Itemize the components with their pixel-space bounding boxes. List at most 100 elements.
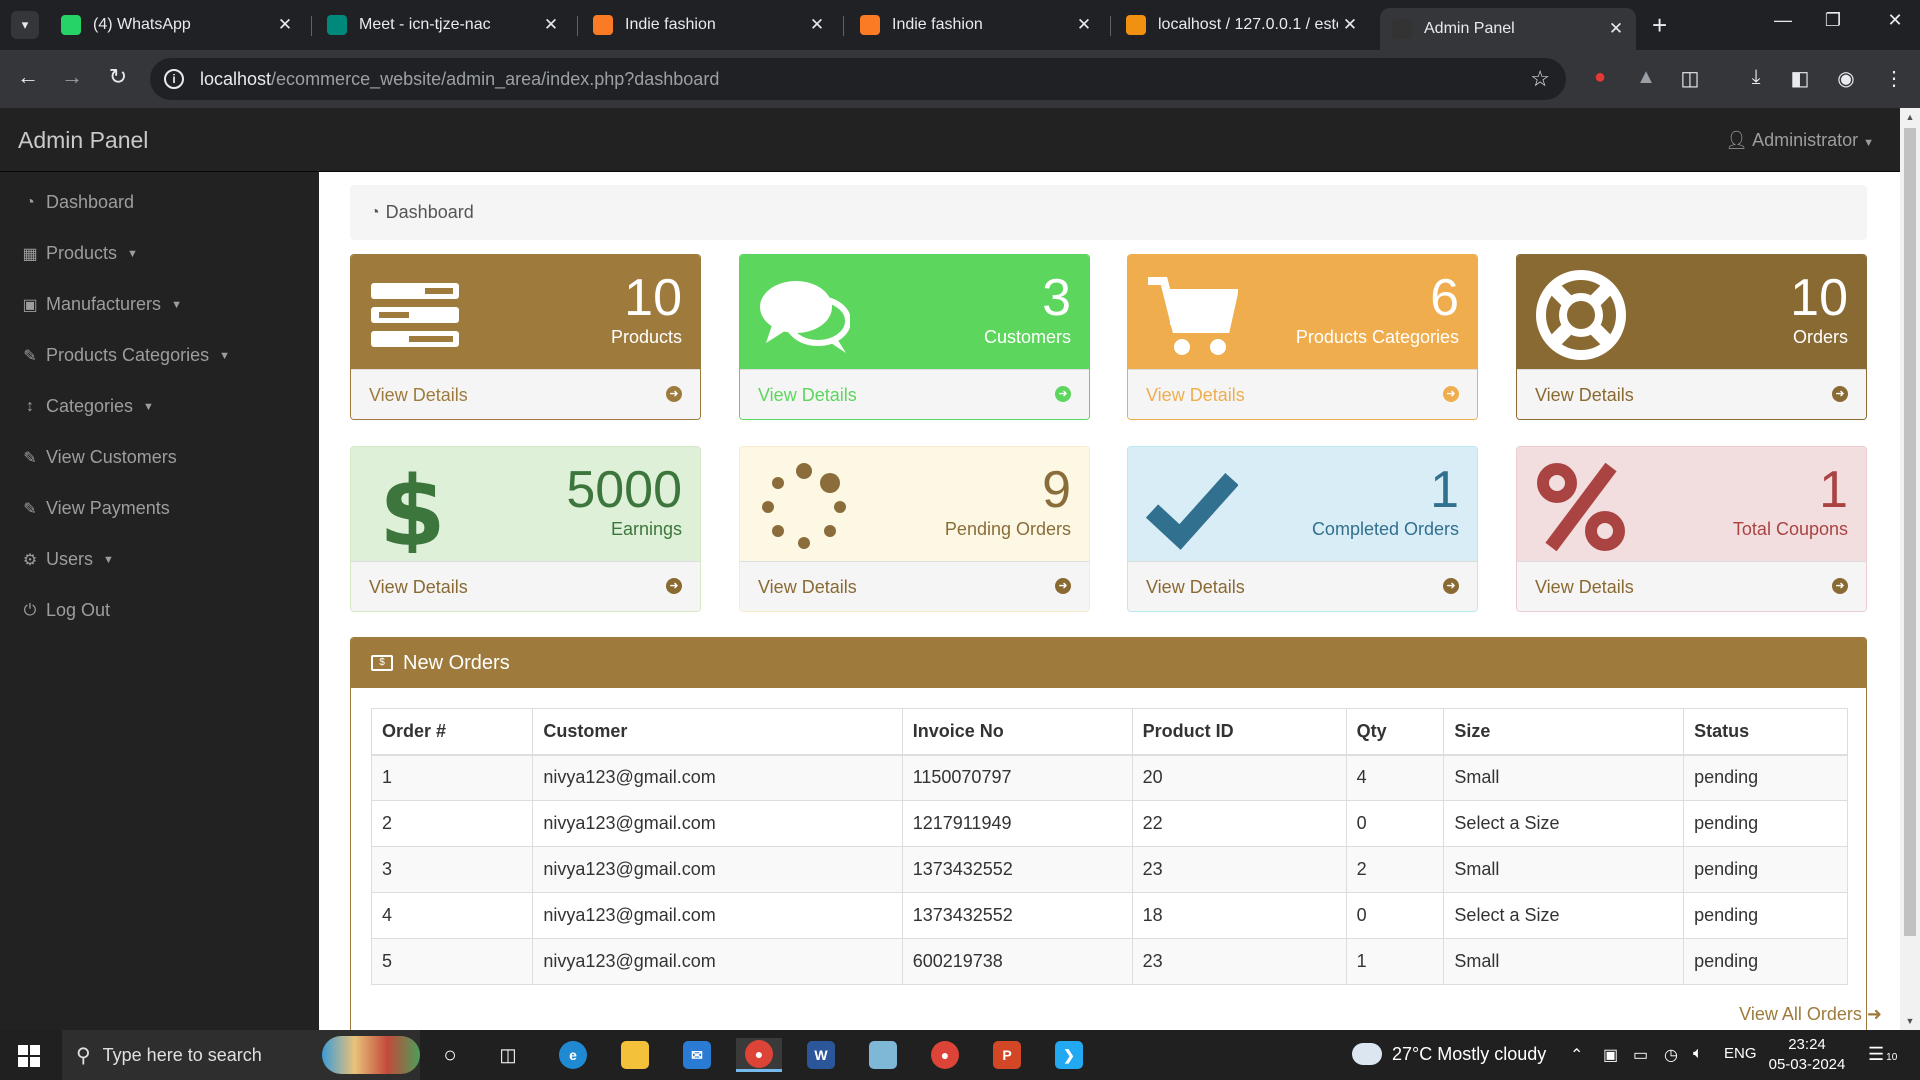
forward-button[interactable]: →	[57, 64, 87, 90]
view-details-link[interactable]: View Details ➜	[1128, 369, 1477, 419]
arrows-v-icon: ↕	[26, 397, 34, 415]
browser-tab[interactable]: (4) WhatsApp ✕	[49, 8, 305, 42]
browser-tab[interactable]: Admin Panel ✕	[1380, 8, 1636, 50]
sidebar-item-users[interactable]: ⚙ Users ▼	[21, 549, 114, 570]
sidebar-item-products[interactable]: ▦ Products ▼	[21, 243, 138, 264]
edge-icon[interactable]: e	[550, 1038, 596, 1072]
mail-icon[interactable]: ✉	[674, 1038, 720, 1072]
view-details-label: View Details	[369, 577, 468, 597]
sidebar-item-categories[interactable]: ↕ Categories ▼	[21, 396, 154, 417]
browser-tab[interactable]: Indie fashion ✕	[848, 8, 1104, 42]
file-explorer-icon[interactable]	[612, 1038, 658, 1072]
column-header: Size	[1443, 708, 1685, 756]
tab-title: Admin Panel	[1424, 20, 1515, 37]
user-dropdown[interactable]: 👤︎ Administrator ▼	[1725, 130, 1874, 151]
tab-title: (4) WhatsApp	[93, 16, 191, 33]
arrow-circle-right-icon: ➜	[1055, 386, 1071, 402]
tab-search-button[interactable]: ▾	[11, 11, 39, 39]
close-window-button[interactable]: ✕	[1875, 10, 1915, 31]
sidebar-item-view-payments[interactable]: ✎ View Payments	[21, 498, 169, 519]
notification-center-icon[interactable]: ☰ 10	[1868, 1044, 1897, 1065]
tab-close-icon[interactable]: ✕	[273, 15, 297, 35]
sidebar-item-dashboard[interactable]: ◔ Dashboard	[21, 192, 134, 213]
vscode-icon[interactable]: ❯	[1046, 1038, 1092, 1072]
tab-close-icon[interactable]: ✕	[1338, 15, 1362, 35]
task-view-icon[interactable]: ◫	[485, 1038, 531, 1072]
sidebar-item-view-customers[interactable]: ✎ View Customers	[21, 447, 176, 468]
tab-separator	[1110, 16, 1111, 36]
tab-close-icon[interactable]: ✕	[539, 15, 563, 35]
bookmark-star-icon[interactable]: ☆	[1530, 66, 1550, 92]
tab-close-icon[interactable]: ✕	[1604, 19, 1628, 39]
brand-title[interactable]: Admin Panel	[18, 127, 148, 154]
meet-now-icon[interactable]: ▣	[1603, 1045, 1618, 1065]
clock[interactable]: 23:24 05-03-2024	[1762, 1035, 1852, 1075]
check-icon	[1145, 461, 1239, 553]
side-panel-icon[interactable]: ◧	[1786, 66, 1814, 91]
page-scrollbar[interactable]: ▲ ▼	[1900, 108, 1920, 1030]
extension-red-icon[interactable]: ●	[1586, 66, 1614, 89]
view-details-link[interactable]: View Details ➜	[351, 561, 700, 611]
browser-tab[interactable]: Indie fashion ✕	[581, 8, 837, 42]
wifi-icon[interactable]: ◷	[1664, 1045, 1678, 1065]
view-details-link[interactable]: View Details ➜	[1128, 561, 1477, 611]
extension-gray-icon[interactable]: ▲	[1632, 66, 1660, 89]
minimize-button[interactable]: —	[1763, 10, 1803, 31]
powerpoint-icon[interactable]: P	[984, 1038, 1030, 1072]
back-button[interactable]: ←	[13, 64, 43, 90]
scroll-thumb[interactable]	[1904, 128, 1916, 936]
chrome-profile-icon[interactable]: ●	[922, 1038, 968, 1072]
restore-button[interactable]: ❐	[1813, 10, 1853, 31]
browser-menu-icon[interactable]: ⋮	[1880, 66, 1908, 91]
view-details-link[interactable]: View Details ➜	[740, 369, 1089, 419]
table-cell: 4	[1345, 754, 1445, 801]
start-button[interactable]	[18, 1045, 40, 1067]
cloudy-icon	[1352, 1043, 1382, 1065]
show-hidden-icons[interactable]: ⌃	[1570, 1045, 1583, 1065]
scroll-up-arrow[interactable]: ▲	[1900, 112, 1920, 122]
view-details-label: View Details	[1535, 385, 1634, 405]
stat-count: 6	[1430, 269, 1459, 327]
weather-widget[interactable]: 27°C Mostly cloudy	[1352, 1043, 1546, 1065]
tasks-icon	[369, 269, 461, 361]
browser-tab[interactable]: Meet - icn-tjze-nac ✕	[315, 8, 571, 42]
view-all-orders-link[interactable]: View All Orders ➜	[1739, 1004, 1882, 1025]
view-details-link[interactable]: View Details ➜	[740, 561, 1089, 611]
main-content: ◔ Dashboard 10 Products View Details ➜ 3 Cust…	[319, 172, 1900, 1030]
new-tab-button[interactable]: +	[1652, 10, 1667, 40]
notepad-icon[interactable]	[860, 1038, 906, 1072]
word-icon[interactable]: W	[798, 1038, 844, 1072]
sidebar-item-manufacturers[interactable]: ▣ Manufacturers ▼	[21, 294, 182, 315]
url-text[interactable]: localhost/ecommerce_website/admin_area/i…	[200, 69, 719, 90]
view-details-link[interactable]: View Details ➜	[1517, 369, 1866, 419]
table-cell: pending	[1683, 800, 1848, 847]
extensions-puzzle-icon[interactable]: ◫	[1676, 66, 1704, 91]
search-highlight-image[interactable]	[322, 1036, 420, 1074]
tab-close-icon[interactable]: ✕	[805, 15, 829, 35]
view-details-link[interactable]: View Details ➜	[351, 369, 700, 419]
percent-icon	[1535, 461, 1627, 553]
language-indicator[interactable]: ENG	[1724, 1045, 1757, 1062]
volume-icon[interactable]: 🔈︎	[1693, 1045, 1703, 1063]
taskbar-search[interactable]: ⚲ Type here to search	[62, 1030, 420, 1080]
site-info-icon[interactable]: i	[164, 69, 184, 89]
dashboard-icon: ◔	[25, 193, 35, 211]
profile-avatar[interactable]: ◉	[1832, 66, 1860, 91]
table-cell: 1217911949	[901, 800, 1133, 847]
address-bar[interactable]: i localhost/ecommerce_website/admin_area…	[150, 58, 1566, 100]
view-details-link[interactable]: View Details ➜	[1517, 561, 1866, 611]
downloads-icon[interactable]: ⤓	[1742, 66, 1770, 89]
column-header: Customer	[532, 708, 903, 756]
chrome-taskbar-icon[interactable]: ●	[736, 1038, 782, 1072]
arrow-circle-right-icon: ➜	[1443, 386, 1459, 402]
scroll-down-arrow[interactable]: ▼	[1900, 1016, 1920, 1026]
table-row: 1 nivya123@gmail.com 1150070797 20 4 Small pen…	[370, 754, 1848, 801]
cortana-icon[interactable]: ○	[427, 1038, 473, 1072]
sidebar-item-products-categories[interactable]: ✎ Products Categories ▼	[21, 345, 230, 366]
battery-icon[interactable]: ▭	[1633, 1045, 1648, 1065]
dashboard-icon: ◔	[370, 203, 380, 221]
browser-tab[interactable]: localhost / 127.0.0.1 / estor ✕	[1114, 8, 1370, 42]
tab-close-icon[interactable]: ✕	[1072, 15, 1096, 35]
reload-button[interactable]: ↻	[103, 64, 133, 90]
sidebar-item-log-out[interactable]: ⏻ Log Out	[21, 600, 110, 621]
